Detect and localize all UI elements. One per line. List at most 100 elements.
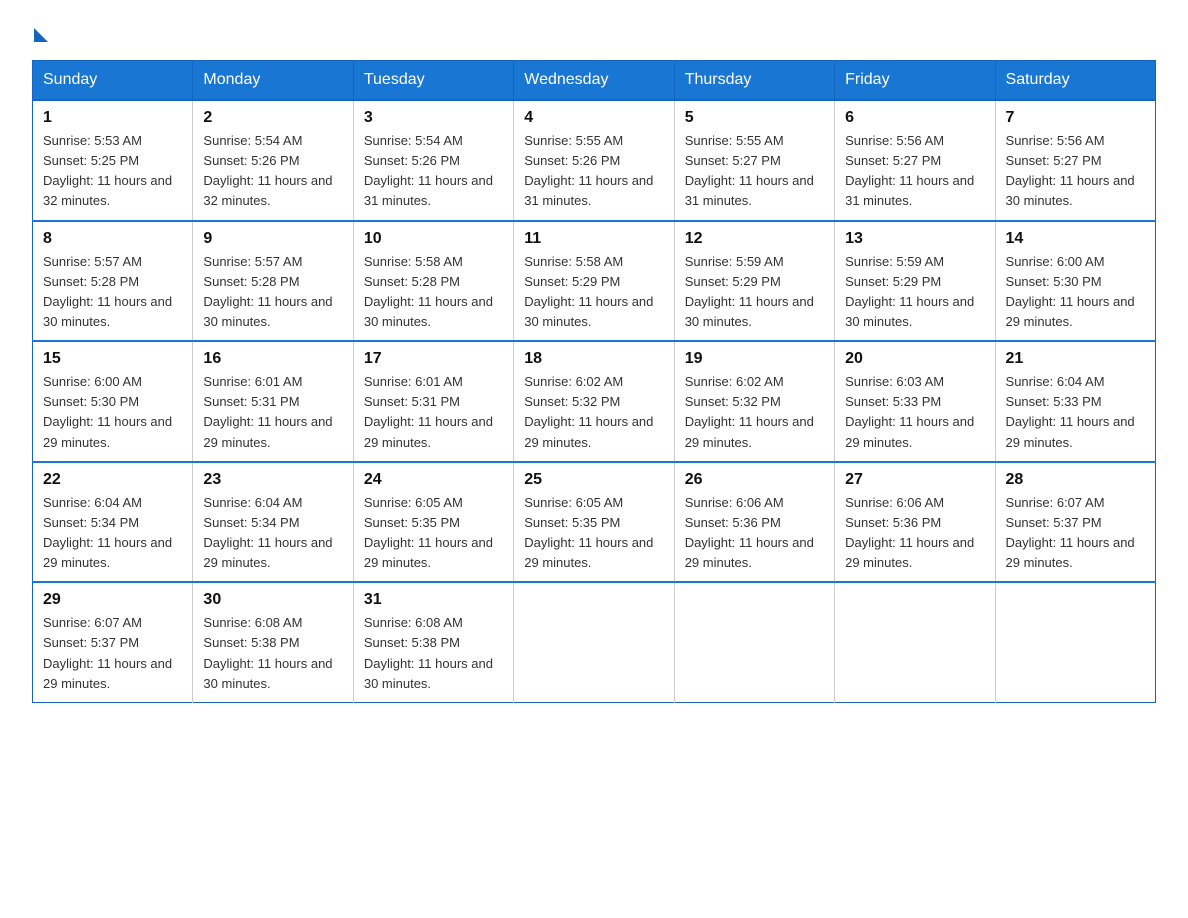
day-number: 7	[1006, 109, 1145, 127]
calendar-cell: 25 Sunrise: 6:05 AMSunset: 5:35 PMDayligh…	[514, 462, 674, 583]
day-info: Sunrise: 5:59 AMSunset: 5:29 PMDaylight:…	[685, 252, 824, 333]
calendar-cell: 22 Sunrise: 6:04 AMSunset: 5:34 PMDayligh…	[33, 462, 193, 583]
day-number: 11	[524, 230, 663, 248]
day-info: Sunrise: 6:06 AMSunset: 5:36 PMDaylight:…	[845, 493, 984, 574]
calendar-cell: 18 Sunrise: 6:02 AMSunset: 5:32 PMDayligh…	[514, 341, 674, 462]
day-number: 18	[524, 350, 663, 368]
day-info: Sunrise: 6:01 AMSunset: 5:31 PMDaylight:…	[203, 372, 342, 453]
calendar-cell: 31 Sunrise: 6:08 AMSunset: 5:38 PMDayligh…	[353, 582, 513, 702]
header-tuesday: Tuesday	[353, 61, 513, 101]
header-friday: Friday	[835, 61, 995, 101]
day-info: Sunrise: 6:04 AMSunset: 5:34 PMDaylight:…	[203, 493, 342, 574]
day-number: 8	[43, 230, 182, 248]
calendar-cell: 2 Sunrise: 5:54 AMSunset: 5:26 PMDaylight…	[193, 100, 353, 221]
calendar-cell: 11 Sunrise: 5:58 AMSunset: 5:29 PMDayligh…	[514, 221, 674, 342]
day-info: Sunrise: 6:04 AMSunset: 5:33 PMDaylight:…	[1006, 372, 1145, 453]
calendar-cell: 8 Sunrise: 5:57 AMSunset: 5:28 PMDaylight…	[33, 221, 193, 342]
calendar-cell: 29Sunrise: 6:07 AMSunset: 5:37 PMDayligh…	[33, 582, 193, 702]
day-info: Sunrise: 6:03 AMSunset: 5:33 PMDaylight:…	[845, 372, 984, 453]
logo-triangle-icon	[34, 28, 48, 42]
calendar-table: SundayMondayTuesdayWednesdayThursdayFrid…	[32, 60, 1156, 703]
day-info: Sunrise: 5:58 AMSunset: 5:29 PMDaylight:…	[524, 252, 663, 333]
day-number: 25	[524, 471, 663, 489]
day-info: Sunrise: 6:08 AMSunset: 5:38 PMDaylight:…	[364, 613, 503, 694]
calendar-cell: 12 Sunrise: 5:59 AMSunset: 5:29 PMDayligh…	[674, 221, 834, 342]
calendar-cell: 14 Sunrise: 6:00 AMSunset: 5:30 PMDayligh…	[995, 221, 1155, 342]
day-info: Sunrise: 6:02 AMSunset: 5:32 PMDaylight:…	[524, 372, 663, 453]
day-number: 23	[203, 471, 342, 489]
day-info: Sunrise: 6:01 AMSunset: 5:31 PMDaylight:…	[364, 372, 503, 453]
calendar-cell: 20Sunrise: 6:03 AMSunset: 5:33 PMDayligh…	[835, 341, 995, 462]
calendar-cell: 24Sunrise: 6:05 AMSunset: 5:35 PMDayligh…	[353, 462, 513, 583]
calendar-cell: 13 Sunrise: 5:59 AMSunset: 5:29 PMDayligh…	[835, 221, 995, 342]
day-number: 10	[364, 230, 503, 248]
calendar-cell: 15 Sunrise: 6:00 AMSunset: 5:30 PMDayligh…	[33, 341, 193, 462]
day-info: Sunrise: 5:59 AMSunset: 5:29 PMDaylight:…	[845, 252, 984, 333]
day-info: Sunrise: 5:58 AMSunset: 5:28 PMDaylight:…	[364, 252, 503, 333]
calendar-cell: 9Sunrise: 5:57 AMSunset: 5:28 PMDaylight…	[193, 221, 353, 342]
day-info: Sunrise: 6:07 AMSunset: 5:37 PMDaylight:…	[1006, 493, 1145, 574]
calendar-header-row: SundayMondayTuesdayWednesdayThursdayFrid…	[33, 61, 1156, 101]
calendar-cell: 28 Sunrise: 6:07 AMSunset: 5:37 PMDayligh…	[995, 462, 1155, 583]
day-number: 24	[364, 471, 503, 489]
header-sunday: Sunday	[33, 61, 193, 101]
day-info: Sunrise: 6:06 AMSunset: 5:36 PMDaylight:…	[685, 493, 824, 574]
logo	[32, 24, 48, 42]
day-info: Sunrise: 5:57 AMSunset: 5:28 PMDaylight:…	[43, 252, 182, 333]
calendar-cell: 1 Sunrise: 5:53 AMSunset: 5:25 PMDaylight…	[33, 100, 193, 221]
day-number: 27	[845, 471, 984, 489]
day-info: Sunrise: 5:54 AMSunset: 5:26 PMDaylight:…	[364, 131, 503, 212]
calendar-cell	[995, 582, 1155, 702]
day-info: Sunrise: 6:08 AMSunset: 5:38 PMDaylight:…	[203, 613, 342, 694]
calendar-week-row: 15 Sunrise: 6:00 AMSunset: 5:30 PMDayligh…	[33, 341, 1156, 462]
calendar-week-row: 29Sunrise: 6:07 AMSunset: 5:37 PMDayligh…	[33, 582, 1156, 702]
day-info: Sunrise: 5:55 AMSunset: 5:27 PMDaylight:…	[685, 131, 824, 212]
calendar-cell	[514, 582, 674, 702]
day-number: 12	[685, 230, 824, 248]
calendar-cell: 16 Sunrise: 6:01 AMSunset: 5:31 PMDayligh…	[193, 341, 353, 462]
day-number: 29	[43, 591, 182, 609]
day-number: 13	[845, 230, 984, 248]
calendar-cell: 23 Sunrise: 6:04 AMSunset: 5:34 PMDayligh…	[193, 462, 353, 583]
day-info: Sunrise: 6:02 AMSunset: 5:32 PMDaylight:…	[685, 372, 824, 453]
day-number: 16	[203, 350, 342, 368]
calendar-cell: 5 Sunrise: 5:55 AMSunset: 5:27 PMDaylight…	[674, 100, 834, 221]
calendar-cell	[835, 582, 995, 702]
day-info: Sunrise: 6:04 AMSunset: 5:34 PMDaylight:…	[43, 493, 182, 574]
day-number: 31	[364, 591, 503, 609]
calendar-cell: 3Sunrise: 5:54 AMSunset: 5:26 PMDaylight…	[353, 100, 513, 221]
day-number: 1	[43, 109, 182, 127]
calendar-cell: 19 Sunrise: 6:02 AMSunset: 5:32 PMDayligh…	[674, 341, 834, 462]
calendar-cell: 27 Sunrise: 6:06 AMSunset: 5:36 PMDayligh…	[835, 462, 995, 583]
day-number: 17	[364, 350, 503, 368]
calendar-cell: 6 Sunrise: 5:56 AMSunset: 5:27 PMDaylight…	[835, 100, 995, 221]
day-info: Sunrise: 5:54 AMSunset: 5:26 PMDaylight:…	[203, 131, 342, 212]
header-monday: Monday	[193, 61, 353, 101]
header-wednesday: Wednesday	[514, 61, 674, 101]
calendar-cell: 17 Sunrise: 6:01 AMSunset: 5:31 PMDayligh…	[353, 341, 513, 462]
calendar-cell: 10 Sunrise: 5:58 AMSunset: 5:28 PMDayligh…	[353, 221, 513, 342]
page-header	[32, 24, 1156, 42]
calendar-cell: 30Sunrise: 6:08 AMSunset: 5:38 PMDayligh…	[193, 582, 353, 702]
day-info: Sunrise: 6:05 AMSunset: 5:35 PMDaylight:…	[524, 493, 663, 574]
day-number: 15	[43, 350, 182, 368]
day-number: 26	[685, 471, 824, 489]
calendar-week-row: 8 Sunrise: 5:57 AMSunset: 5:28 PMDaylight…	[33, 221, 1156, 342]
day-number: 2	[203, 109, 342, 127]
day-info: Sunrise: 5:55 AMSunset: 5:26 PMDaylight:…	[524, 131, 663, 212]
day-number: 6	[845, 109, 984, 127]
day-number: 21	[1006, 350, 1145, 368]
day-number: 5	[685, 109, 824, 127]
day-info: Sunrise: 6:00 AMSunset: 5:30 PMDaylight:…	[1006, 252, 1145, 333]
day-number: 28	[1006, 471, 1145, 489]
day-info: Sunrise: 5:56 AMSunset: 5:27 PMDaylight:…	[845, 131, 984, 212]
day-info: Sunrise: 6:00 AMSunset: 5:30 PMDaylight:…	[43, 372, 182, 453]
day-number: 9	[203, 230, 342, 248]
day-info: Sunrise: 5:56 AMSunset: 5:27 PMDaylight:…	[1006, 131, 1145, 212]
calendar-cell: 4Sunrise: 5:55 AMSunset: 5:26 PMDaylight…	[514, 100, 674, 221]
day-info: Sunrise: 5:53 AMSunset: 5:25 PMDaylight:…	[43, 131, 182, 212]
day-number: 19	[685, 350, 824, 368]
day-number: 22	[43, 471, 182, 489]
calendar-week-row: 1 Sunrise: 5:53 AMSunset: 5:25 PMDaylight…	[33, 100, 1156, 221]
day-number: 14	[1006, 230, 1145, 248]
